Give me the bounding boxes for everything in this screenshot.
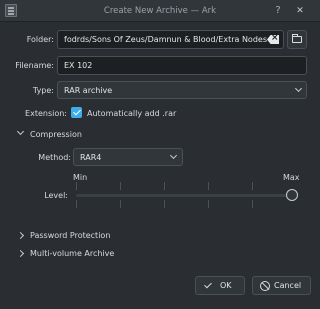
slider-tick (208, 200, 209, 208)
method-combobox[interactable]: RAR4 (73, 148, 183, 166)
ok-button-label: OK (220, 281, 232, 290)
level-min-label: Min (73, 173, 88, 182)
ok-button[interactable]: OK (195, 276, 245, 295)
cancel-icon (260, 281, 270, 291)
slider-tick (252, 200, 253, 208)
filename-field[interactable]: EX 102 (57, 56, 307, 75)
help-icon[interactable]: ? (271, 4, 285, 18)
extension-checkbox[interactable] (71, 107, 82, 118)
type-combobox[interactable]: RAR archive (57, 81, 307, 99)
level-label: Level: (44, 191, 68, 200)
slider-tick (120, 200, 121, 208)
level-slider-track[interactable] (76, 194, 292, 197)
compression-header[interactable]: Compression (30, 130, 82, 139)
browse-folder-button[interactable] (287, 30, 307, 49)
cancel-button-label: Cancel (274, 281, 302, 290)
slider-tick (164, 182, 165, 190)
chevron-right-icon[interactable] (16, 231, 25, 240)
folder-field[interactable]: fodrds/Sons Of Zeus/Damnun & Blood/Extra… (57, 30, 284, 49)
title-bar: Create New Archive — Ark ? ✕ (0, 0, 320, 22)
password-protection-header[interactable]: Password Protection (30, 231, 110, 240)
filename-label: Filename: (15, 61, 54, 70)
extension-label: Extension: (25, 109, 67, 118)
method-value: RAR4 (80, 153, 102, 162)
slider-tick (120, 182, 121, 190)
chevron-right-icon[interactable] (16, 249, 25, 258)
slider-tick (76, 182, 77, 190)
chevron-down-icon (169, 151, 178, 160)
slider-tick (208, 182, 209, 190)
slider-tick (252, 182, 253, 190)
type-value: RAR archive (64, 86, 113, 95)
extension-checkbox-label[interactable]: Automatically add .rar (87, 109, 176, 118)
level-slider-handle[interactable] (286, 189, 298, 201)
folder-open-icon (292, 34, 302, 43)
method-label: Method: (38, 153, 71, 162)
folder-label: Folder: (26, 35, 54, 44)
multi-volume-header[interactable]: Multi-volume Archive (30, 249, 114, 258)
slider-tick (76, 200, 77, 208)
check-icon (204, 280, 212, 289)
type-label: Type: (32, 86, 54, 95)
chevron-down-icon (294, 84, 303, 93)
close-icon[interactable]: ✕ (293, 4, 307, 18)
level-max-label: Max (283, 173, 300, 182)
cancel-button[interactable]: Cancel (252, 276, 311, 295)
slider-tick (164, 200, 165, 208)
filename-value: EX 102 (64, 61, 93, 70)
chevron-down-icon[interactable] (16, 127, 25, 136)
folder-value: fodrds/Sons Of Zeus/Damnun & Blood/Extra… (64, 35, 267, 44)
clear-text-icon[interactable] (267, 35, 279, 44)
